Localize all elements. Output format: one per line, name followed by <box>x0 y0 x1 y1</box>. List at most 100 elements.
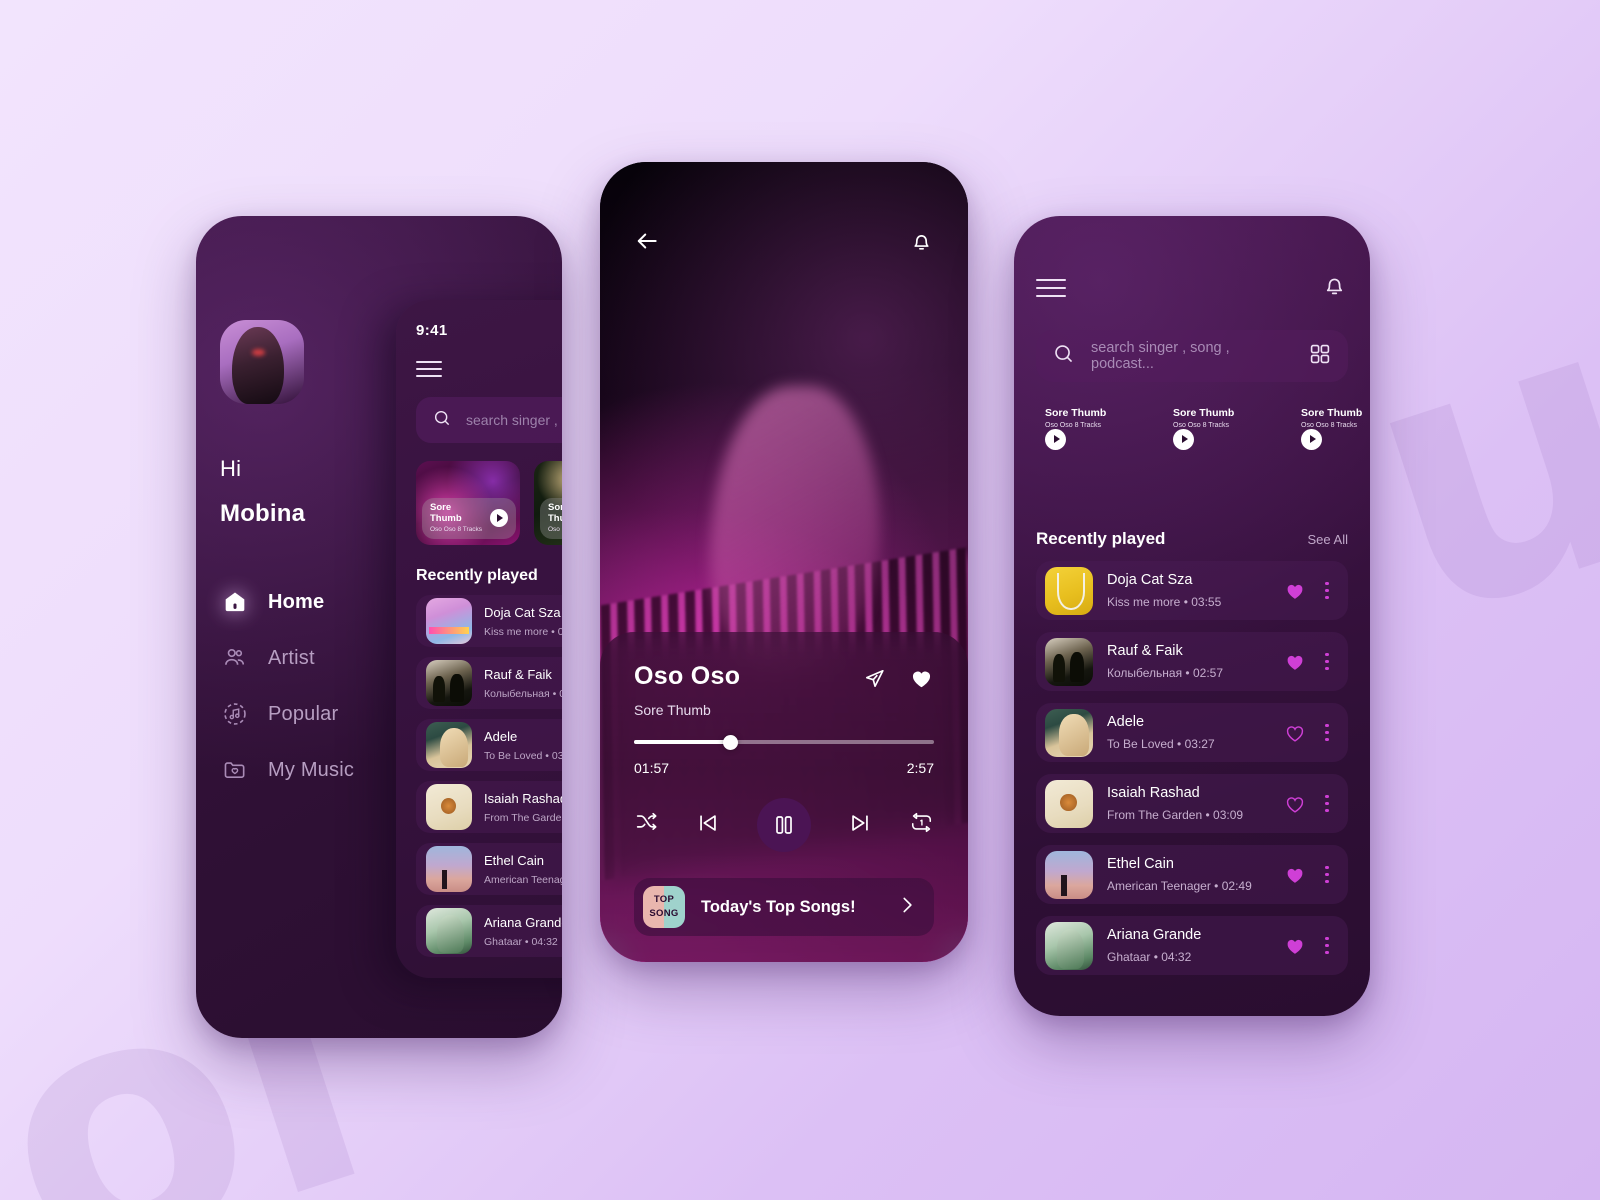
search-input[interactable]: search singer , song , podcast... <box>1036 330 1348 382</box>
see-all-button[interactable]: See All <box>1308 532 1348 547</box>
play-icon[interactable] <box>1301 428 1322 450</box>
list-item[interactable]: Ariana Grande Ghataar • 04:32 <box>416 905 562 957</box>
search-placeholder: search singer , song , podcast... <box>1091 340 1230 372</box>
card-subtitle: Oso Oso 8 Tracks <box>1173 421 1230 429</box>
heart-filled-icon[interactable] <box>1284 936 1306 956</box>
featured-card[interactable]: Sore Thumb Oso Oso 8 Tracks <box>534 461 562 545</box>
table-row[interactable]: Isaiah Rashad From The Garden • 03:09 <box>1036 774 1348 833</box>
player-actions <box>862 662 934 696</box>
track-artist: Ariana Grande <box>1107 927 1202 943</box>
featured-card[interactable]: Sore Thumb Oso Oso 8 Tracks <box>1164 402 1278 507</box>
track-subtitle: Колыбельная • 02:57 <box>1107 666 1223 680</box>
pause-button[interactable] <box>757 798 811 852</box>
player-header: Oso Oso Sore Thumb <box>634 662 934 718</box>
top-song-thumbnail: TOP SONG <box>643 886 685 928</box>
track-artist: Ethel Cain <box>1107 856 1174 872</box>
top-songs-banner[interactable]: TOP SONG Today's Top Songs! <box>634 878 934 936</box>
more-options-icon[interactable] <box>1320 865 1334 885</box>
track-artist: Ethel Cain <box>484 852 544 868</box>
track-artist: Adele <box>1107 714 1145 730</box>
card-subtitle: Oso Oso 8 Tracks <box>548 526 562 533</box>
track-artist: Isaiah Rashad <box>484 790 562 806</box>
more-options-icon[interactable] <box>1320 723 1334 743</box>
track-subtitle: American Teenager • 02:49 <box>484 873 562 886</box>
search-input[interactable]: search singer , song , podcast... <box>416 397 562 443</box>
track-meta: Ariana Grande Ghataar • 04:32 <box>1107 927 1270 964</box>
avatar[interactable] <box>220 320 304 404</box>
progress-knob[interactable] <box>723 734 738 750</box>
chevron-right-icon[interactable] <box>896 894 918 921</box>
table-row[interactable]: Ethel Cain American Teenager • 02:49 <box>1036 845 1348 904</box>
play-icon[interactable] <box>1173 428 1194 450</box>
next-button[interactable] <box>847 810 873 841</box>
list-item[interactable]: Adele To Be Loved • 03:27 <box>416 719 562 771</box>
featured-carousel[interactable]: Sore Thumb Oso Oso 8 Tracks Sore Thumb O… <box>1036 402 1362 507</box>
list-item[interactable]: Doja Cat Sza Kiss me more • 03:55 <box>416 595 562 647</box>
phone-right-home-screen: search singer , song , podcast... Sore T… <box>1014 216 1370 1016</box>
card-overlay: Sore Thumb Oso Oso 8 Tracks <box>422 498 516 539</box>
back-button[interactable] <box>634 228 660 259</box>
menu-button[interactable] <box>416 361 562 377</box>
share-icon[interactable] <box>862 666 887 696</box>
bell-icon[interactable] <box>1321 272 1348 304</box>
sidebar-item-artist[interactable]: Artist <box>220 630 406 686</box>
thumb-line-1: TOP <box>653 893 675 905</box>
artist-icon <box>220 643 250 673</box>
track-subtitle: Kiss me more • 03:55 <box>484 625 562 638</box>
list-item[interactable]: Rauf & Faik Колыбельная • 02:57 <box>416 657 562 709</box>
previous-button[interactable] <box>695 810 721 841</box>
table-row[interactable]: Doja Cat Sza Kiss me more • 03:55 <box>1036 561 1348 620</box>
heart-filled-icon[interactable] <box>1284 581 1306 601</box>
featured-carousel[interactable]: Sore Thumb Oso Oso 8 Tracks Sore Thumb O… <box>416 461 562 545</box>
table-row[interactable]: Adele To Be Loved • 03:27 <box>1036 703 1348 762</box>
shuffle-button[interactable] <box>634 810 659 840</box>
heart-filled-icon[interactable] <box>1284 865 1306 885</box>
status-bar-time: 9:41 <box>416 322 448 339</box>
table-row[interactable]: Rauf & Faik Колыбельная • 02:57 <box>1036 632 1348 691</box>
player-sheet: Oso Oso Sore Thumb 01:57 2:57 TOP SONG T… <box>600 632 968 962</box>
card-title: Sore Thumb <box>1173 407 1235 419</box>
repeat-one-button[interactable] <box>909 810 934 840</box>
sidebar-item-popular[interactable]: Popular <box>220 686 406 742</box>
card-overlay: Sore Thumb Oso Oso 8 Tracks <box>1164 402 1278 457</box>
background-watermark-right: u <box>1320 222 1600 700</box>
sidebar-item-home[interactable]: Home <box>220 574 406 630</box>
album-art <box>426 908 472 954</box>
play-icon[interactable] <box>490 509 508 528</box>
sidebar-item-my-music[interactable]: My Music <box>220 742 406 798</box>
heart-outline-icon[interactable] <box>1284 723 1306 743</box>
progress-slider[interactable] <box>634 734 934 750</box>
track-subtitle: To Be Loved • 03:27 <box>484 749 562 762</box>
more-options-icon[interactable] <box>1320 794 1334 814</box>
featured-card[interactable]: Sore Thumb Oso Oso 8 Tracks <box>416 461 520 545</box>
table-row[interactable]: Ariana Grande Ghataar • 04:32 <box>1036 916 1348 975</box>
more-options-icon[interactable] <box>1320 581 1334 601</box>
more-options-icon[interactable] <box>1320 936 1334 956</box>
phone-center-player-screen: Oso Oso Sore Thumb 01:57 2:57 TOP SONG T… <box>600 162 968 962</box>
featured-card[interactable]: Sore Thumb Oso Oso 8 Tracks <box>1036 402 1150 507</box>
album-art <box>1045 779 1093 828</box>
featured-card[interactable]: Sore Thumb Oso Oso 8 Tracks <box>1292 402 1370 507</box>
popular-icon <box>220 699 250 729</box>
more-options-icon[interactable] <box>1320 652 1334 672</box>
menu-button[interactable] <box>1036 279 1066 297</box>
section-title: Recently played <box>416 567 538 584</box>
heart-filled-icon[interactable] <box>1284 652 1306 672</box>
grid-icon[interactable] <box>1308 342 1332 371</box>
card-overlay: Sore Thumb Oso Oso 8 Tracks <box>1292 402 1370 457</box>
track-meta: Ethel Cain American Teenager • 02:49 <box>1107 856 1270 893</box>
search-placeholder: search singer , song , podcast... <box>466 412 562 428</box>
track-meta: Rauf & Faik Колыбельная • 02:57 <box>1107 643 1270 680</box>
heart-outline-icon[interactable] <box>1284 794 1306 814</box>
track-artist: Rauf & Faik <box>1107 643 1183 659</box>
list-item[interactable]: Isaiah Rashad From The Garden • 03:09 <box>416 781 562 833</box>
list-item[interactable]: Ethel Cain American Teenager • 02:49 <box>416 843 562 895</box>
play-icon[interactable] <box>1045 428 1066 450</box>
greeting-block: Hi Mobina <box>220 456 406 528</box>
total-time: 2:57 <box>906 760 934 776</box>
track-meta: Doja Cat Sza Kiss me more • 03:55 <box>1107 572 1270 609</box>
track-meta: Adele To Be Loved • 03:27 <box>484 729 562 762</box>
heart-filled-icon[interactable] <box>909 666 934 696</box>
player-times: 01:57 2:57 <box>634 760 934 776</box>
bell-icon[interactable] <box>909 229 934 259</box>
